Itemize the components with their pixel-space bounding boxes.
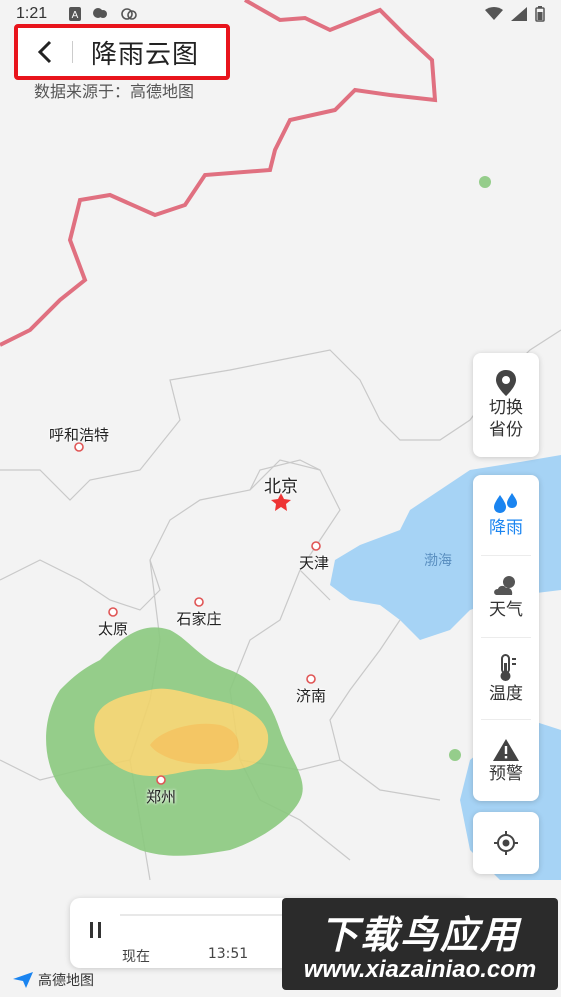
pause-icon: [90, 922, 101, 938]
wifi-icon: [485, 7, 503, 20]
city-label-taiyuan: 太原: [97, 620, 129, 638]
city-label-tianjin: 天津: [298, 554, 330, 572]
switch-province-button[interactable]: 切换 省份: [473, 353, 539, 457]
chevron-left-icon: [37, 40, 52, 64]
city-label-zhengzhou: 郑州: [145, 788, 177, 806]
switch-province-panel: 切换 省份: [473, 353, 539, 457]
layer-temperature-label: 温度: [489, 683, 523, 704]
svg-text:A: A: [72, 10, 79, 21]
sea-label-bohai: 渤海: [424, 553, 452, 569]
city-label-beijing: 北京: [264, 477, 298, 497]
layer-panel: 降雨 天气 温度 预警: [473, 475, 539, 801]
map-brand: 高德地图: [12, 970, 94, 990]
thermometer-icon: [500, 653, 516, 681]
timeline-label-now: 现在: [122, 949, 150, 965]
city-label-hohhot: 呼和浩特: [48, 426, 110, 444]
back-button[interactable]: [18, 28, 72, 76]
watermark: 下载鸟应用 www.xiazainiao.com: [282, 898, 558, 990]
weather-status-icon: [93, 8, 107, 18]
partly-cloudy-icon: [494, 575, 515, 595]
signal-icon: [511, 7, 527, 21]
layer-warning-label: 预警: [489, 763, 523, 784]
location-pin-icon: [496, 370, 516, 396]
layer-weather-label: 天气: [489, 599, 523, 620]
notification-icon: A: [69, 7, 81, 21]
timeline-label-time: 13:51: [207, 946, 249, 962]
crosshair-icon: [494, 831, 518, 855]
amap-logo-icon: [13, 972, 33, 988]
city-label-jinan: 济南: [295, 687, 327, 705]
page-title: 降雨云图: [91, 39, 200, 70]
layer-weather-button[interactable]: 天气: [473, 556, 539, 637]
watermark-title: 下载鸟应用: [319, 913, 520, 957]
status-time: 1:21: [16, 5, 48, 22]
cloud-status-icon: [121, 8, 137, 20]
locate-me-button[interactable]: [473, 812, 539, 874]
battery-icon: [535, 6, 545, 22]
data-source-note: 数据来源于：高德地图: [34, 82, 195, 101]
switch-province-label: 切换 省份: [489, 398, 523, 440]
locate-panel: [473, 812, 539, 874]
raindrops-icon: [494, 493, 517, 513]
layer-rain-label: 降雨: [489, 518, 523, 538]
pause-button[interactable]: [82, 916, 110, 944]
warning-icon: [493, 738, 519, 761]
map-brand-label: 高德地图: [38, 973, 94, 989]
layer-rain-button[interactable]: 降雨: [473, 475, 539, 555]
title-bar: 降雨云图: [14, 24, 230, 80]
layer-warning-button[interactable]: 预警: [473, 720, 539, 801]
city-label-shijiazhuang: 石家庄: [176, 610, 222, 628]
watermark-url: www.xiazainiao.com: [303, 956, 537, 983]
layer-temperature-button[interactable]: 温度: [473, 638, 539, 719]
